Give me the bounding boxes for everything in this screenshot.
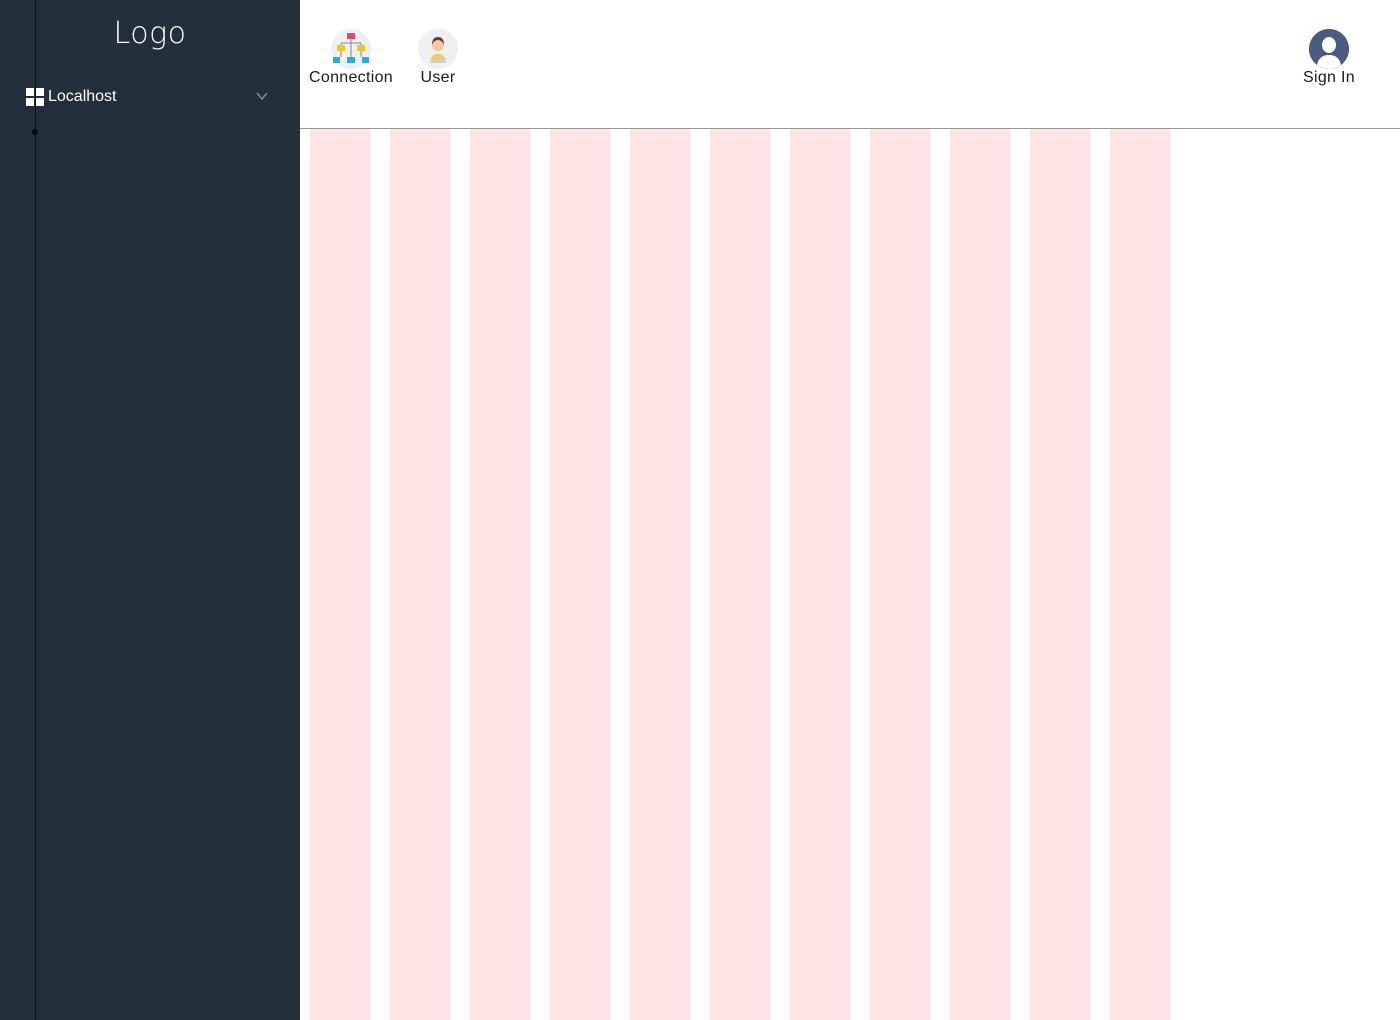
sidebar-rail (35, 0, 36, 1020)
connection-label: Connection (309, 69, 393, 86)
layout-grid-area (300, 129, 1400, 1020)
sidebar: Logo Localhost (0, 0, 300, 1020)
layout-grid-column (790, 129, 850, 1020)
network-hierarchy-icon (331, 29, 371, 69)
layout-grid-column (710, 129, 770, 1020)
app-root: Logo Localhost Connection User Sign In (0, 0, 1400, 1020)
user-avatar-icon (418, 29, 458, 69)
sidebar-rail-marker (32, 129, 38, 135)
layout-grid-column (550, 129, 610, 1020)
user-label: User (420, 69, 456, 86)
layout-grid-column (470, 129, 530, 1020)
grid-icon (26, 88, 44, 106)
user-button[interactable]: User (416, 29, 460, 87)
layout-grid-column (1030, 129, 1090, 1020)
layout-grid-column (390, 129, 450, 1020)
logo: Logo (113, 16, 187, 51)
chevron-down-icon[interactable] (254, 88, 270, 104)
profile-silhouette-icon (1309, 29, 1349, 69)
layout-grid-column (310, 129, 370, 1020)
connection-button[interactable]: Connection (308, 29, 394, 87)
sidebar-item-localhost[interactable]: Localhost (26, 86, 276, 108)
layout-grid-column (1110, 129, 1170, 1020)
layout-grid-column (870, 129, 930, 1020)
sign-in-label: Sign In (1303, 69, 1355, 86)
sidebar-item-label: Localhost (48, 88, 117, 105)
top-toolbar: Connection User Sign In (300, 0, 1400, 129)
sign-in-button[interactable]: Sign In (1300, 29, 1358, 87)
layout-grid-column (630, 129, 690, 1020)
layout-grid-column (950, 129, 1010, 1020)
